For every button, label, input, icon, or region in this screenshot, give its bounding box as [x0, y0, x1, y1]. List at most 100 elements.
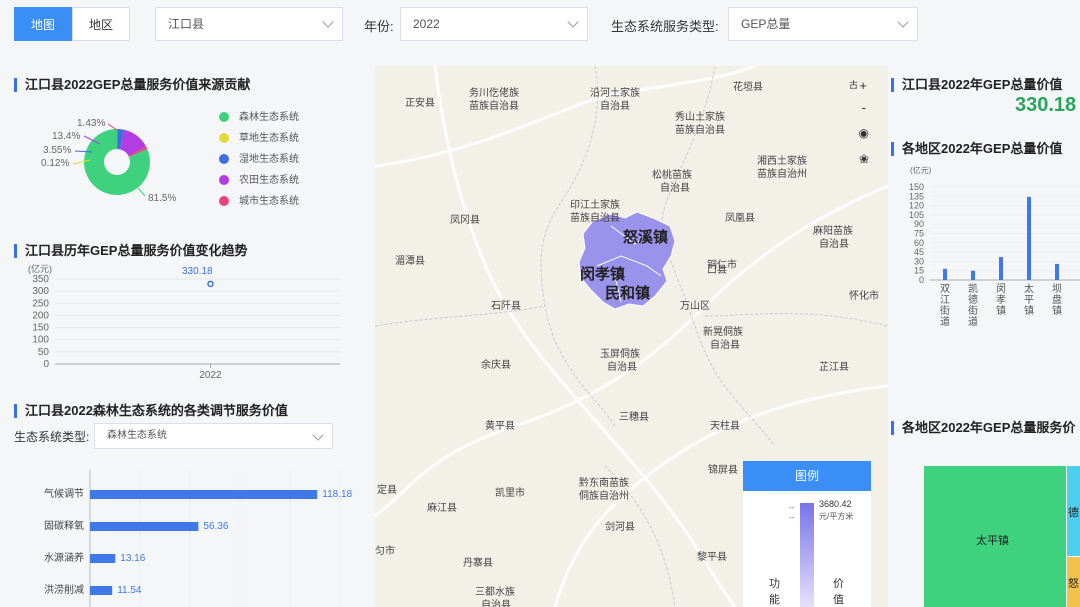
region-bar[interactable]	[971, 270, 975, 280]
map-place-label: 余庆县	[481, 360, 511, 371]
region-ytick: 15	[914, 266, 924, 276]
legend-dot-icon	[219, 175, 229, 186]
total-value: 330.18	[1015, 94, 1077, 116]
treemap-cell-de[interactable]: 德	[1067, 466, 1080, 556]
legend-tick: --	[789, 513, 795, 522]
legend-dot-icon	[219, 112, 229, 123]
layers-icon[interactable]: ❀	[859, 152, 869, 166]
region-category-label: 太平镇	[1024, 282, 1034, 317]
legend-side-left: 功能	[769, 578, 780, 606]
map-place-label: 黄平县	[485, 421, 515, 432]
map-place-label: 剑河县	[605, 522, 635, 533]
region-unit: (亿元)	[910, 166, 932, 175]
trend-ytick: 0	[43, 359, 49, 370]
map-town-label[interactable]: 闵孝镇	[580, 263, 625, 284]
trend-point[interactable]	[207, 280, 214, 288]
year-label: 年份:	[364, 19, 394, 34]
treemap-label: 太平镇	[976, 535, 1009, 547]
region-select[interactable]: 江口县	[155, 7, 343, 41]
region-bar[interactable]	[999, 257, 1003, 280]
chevron-down-icon	[312, 429, 324, 441]
map-place-label: 锦屏县	[708, 465, 738, 476]
legend-wetland[interactable]: 湿地生态系统	[219, 153, 299, 174]
zoom-out-button[interactable]: -	[862, 100, 866, 115]
map-legend-title: 图例	[743, 461, 871, 491]
legend-dot-icon	[219, 133, 229, 144]
forest-type-select[interactable]: 森林生态系统	[94, 423, 333, 449]
map-place-label: 天柱县	[710, 421, 740, 432]
eye-icon[interactable]: ◉	[859, 126, 869, 140]
chevron-down-icon	[322, 16, 334, 28]
forest-bar[interactable]	[90, 586, 113, 595]
pie-label-urban: 1.43%	[77, 118, 106, 129]
legend-dot-icon	[219, 154, 229, 165]
map-view[interactable]: 正安县 务川仡佬族 苗族自治县 沿河土家族 自治县 花垣县 秀山土家族 苗族自治县 湘西土家族苗…	[375, 66, 888, 607]
map-town-label[interactable]: 民和镇	[605, 282, 650, 303]
forest-bar[interactable]	[90, 490, 318, 499]
trend-ytick: 150	[32, 323, 49, 334]
map-place-label: 自治县	[600, 101, 630, 112]
region-bar-chart: 0306090120150154575105135双江街道凯德街道闵孝镇太平镇坝…	[909, 182, 1080, 328]
map-place-label: 自治县	[481, 600, 511, 607]
region-ytick: 105	[909, 210, 924, 220]
source-legend: 森林生态系统 草地生态系统 湿地生态系统 农田生态系统 城市生态系统	[219, 111, 299, 216]
forest-bar[interactable]	[90, 554, 116, 563]
pie-label-farmland: 13.4%	[52, 131, 81, 142]
map-place-label: 丹寨县	[463, 558, 493, 569]
legend-gradient	[800, 503, 814, 607]
map-town-label[interactable]: 怒溪镇	[623, 226, 668, 247]
region-category-label: 凯德街道	[968, 282, 978, 328]
treemap-cell-taiping[interactable]: 太平镇	[924, 466, 1066, 607]
tab-region[interactable]: 地区	[72, 7, 130, 41]
forest-value-label: 13.16	[120, 553, 145, 564]
region-service-panel-title: 各地区2022年GEP总量服务价	[891, 421, 1075, 435]
legend-unit: 元/平方米	[819, 512, 854, 521]
legend-forest[interactable]: 森林生态系统	[219, 111, 299, 132]
trend-ytick: 200	[32, 310, 49, 321]
map-place-label: 自治县	[819, 239, 849, 250]
trend-data-label: 330.18	[182, 266, 213, 277]
map-place-label: 口县	[707, 265, 727, 276]
legend-urban[interactable]: 城市生态系统	[219, 195, 299, 216]
forest-type-select-value: 森林生态系统	[107, 430, 167, 441]
legend-max-value: 3680.42	[819, 499, 852, 509]
trend-ytick: 100	[32, 335, 49, 346]
legend-farmland[interactable]: 农田生态系统	[219, 174, 299, 195]
pie-label-grassland: 0.12%	[41, 158, 70, 169]
forest-type-label: 生态系统类型:	[14, 430, 90, 444]
pie-leader-line	[107, 123, 118, 131]
forest-value-label: 118.18	[322, 489, 352, 500]
view-tabs: 地图 地区	[14, 7, 130, 41]
year-select[interactable]: 2022	[400, 7, 588, 41]
legend-grassland[interactable]: 草地生态系统	[219, 132, 299, 153]
trend-ytick: 350	[32, 274, 49, 285]
region-bar[interactable]	[943, 268, 947, 280]
legend-label: 农田生态系统	[239, 175, 299, 186]
treemap-cell-nu[interactable]: 怒	[1067, 557, 1080, 607]
forest-value-label: 11.54	[117, 585, 142, 596]
map-place-label: 凤冈县	[450, 215, 480, 226]
chevron-down-icon	[897, 16, 909, 28]
forest-category-label: 气候调节	[44, 487, 84, 500]
region-category-label: 双江街道	[940, 283, 950, 328]
map-place-label: 正安县	[405, 98, 435, 109]
map-place-label: 苗族自治县	[570, 213, 620, 224]
map-place-label: 凯里市	[495, 488, 525, 499]
tab-map[interactable]: 地图	[14, 7, 72, 41]
pie-label-forest: 81.5%	[148, 193, 177, 204]
legend-side-right: 价值	[833, 578, 844, 606]
service-type-select[interactable]: GEP总量	[728, 7, 918, 41]
forest-value-label: 56.36	[203, 521, 228, 532]
forest-bar-chart: 气候调节 118.18 固碳释氧 56.36 水源涵养 13.16 洪涝削减 11.54	[44, 470, 353, 607]
map-place-label: 自治县	[607, 362, 637, 373]
forest-bar[interactable]	[90, 522, 199, 531]
total-panel-title: 江口县2022年GEP总量价值	[891, 78, 1062, 92]
map-place-label: 麻江县	[427, 503, 457, 514]
map-place-label: 芷江县	[819, 362, 849, 373]
zoom-in-button[interactable]: +	[859, 78, 867, 93]
legend-dot-icon	[219, 196, 229, 207]
map-place-label: 湄潭县	[395, 256, 425, 267]
region-bar[interactable]	[1027, 196, 1031, 280]
region-bar[interactable]	[1055, 263, 1059, 280]
pie-leader-line	[137, 187, 146, 197]
